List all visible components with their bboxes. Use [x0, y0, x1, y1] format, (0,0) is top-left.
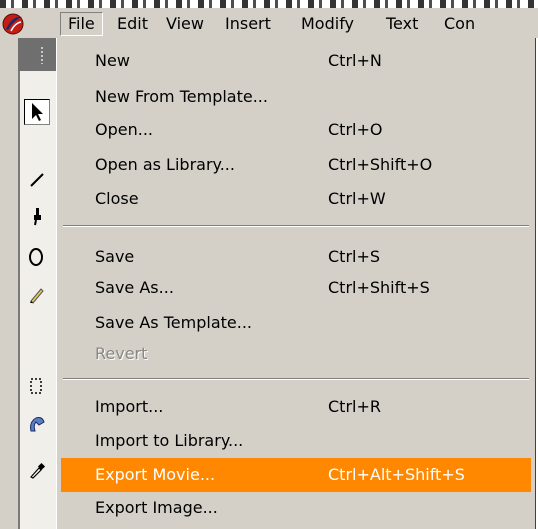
arrow-tool-icon[interactable] — [24, 99, 50, 125]
menu-bar: File Edit View Insert Modify Text Con — [0, 8, 538, 38]
menu-item-shortcut: Ctrl+Alt+Shift+S — [328, 465, 465, 484]
menu-item-shortcut: Ctrl+W — [328, 189, 386, 208]
menu-item-import[interactable]: Import... Ctrl+R — [61, 390, 531, 424]
pencil-tool-icon[interactable] — [24, 282, 50, 308]
menu-item-import-to-library[interactable]: Import to Library... — [61, 424, 531, 458]
menu-insert[interactable]: Insert — [218, 12, 278, 36]
menu-item-label: Export Image... — [95, 498, 218, 517]
eyedropper-tool-icon[interactable] — [24, 458, 50, 484]
menu-item-label: Close — [95, 189, 139, 208]
menu-item-shortcut: Ctrl+S — [328, 247, 381, 266]
menu-item-shortcut: Ctrl+Shift+O — [328, 155, 433, 174]
menu-edit[interactable]: Edit — [110, 12, 155, 36]
menu-item-save-as-template[interactable]: Save As Template... — [61, 306, 531, 340]
menu-item-shortcut: Ctrl+N — [328, 51, 382, 70]
menu-item-label: Export Movie... — [95, 465, 216, 484]
menu-item-shortcut: Ctrl+R — [328, 397, 381, 416]
menu-item-label: Revert — [95, 344, 148, 363]
macromedia-logo-icon[interactable] — [2, 11, 26, 35]
window-edge — [0, 0, 538, 8]
menu-item-label: Open... — [95, 120, 153, 139]
menu-item-shortcut: Ctrl+Shift+S — [328, 278, 430, 297]
menu-item-export-movie[interactable]: Export Movie... Ctrl+Alt+Shift+S — [61, 458, 531, 492]
grip-icon[interactable] — [40, 46, 44, 64]
menu-file[interactable]: File — [60, 12, 103, 36]
menu-item-shortcut: Ctrl+O — [328, 120, 383, 139]
menu-item-label: Import... — [95, 397, 164, 416]
menu-view[interactable]: View — [159, 12, 211, 36]
menu-item-label: Open as Library... — [95, 155, 235, 174]
menu-item-open-as-library[interactable]: Open as Library... Ctrl+Shift+O — [61, 148, 531, 182]
menu-item-save-as[interactable]: Save As... Ctrl+Shift+S — [61, 271, 531, 305]
menu-item-open[interactable]: Open... Ctrl+O — [61, 113, 531, 147]
file-menu-dropdown: New Ctrl+N New From Template... Open... … — [56, 38, 536, 529]
menu-item-revert: Revert — [61, 337, 531, 371]
menu-separator — [63, 225, 529, 227]
menu-item-new-from-template[interactable]: New From Template... — [61, 80, 531, 114]
menu-item-save[interactable]: Save Ctrl+S — [61, 240, 531, 274]
menu-item-new[interactable]: New Ctrl+N — [61, 44, 531, 78]
menu-modify[interactable]: Modify — [294, 12, 361, 36]
menu-item-label: Save — [95, 247, 135, 266]
menu-item-label: Save As Template... — [95, 313, 252, 332]
menu-control[interactable]: Con — [437, 12, 482, 36]
line-tool-icon[interactable] — [24, 167, 50, 193]
menu-item-label: New From Template... — [95, 87, 268, 106]
oval-tool-icon[interactable] — [24, 244, 50, 270]
menu-item-close[interactable]: Close Ctrl+W — [61, 182, 531, 216]
menu-text[interactable]: Text — [379, 12, 425, 36]
tools-panel — [0, 38, 58, 529]
lasso-tool-icon[interactable] — [24, 203, 50, 229]
tools-panel-title-bar[interactable] — [18, 38, 56, 71]
menu-item-label: Import to Library... — [95, 431, 244, 450]
menu-item-export-image[interactable]: Export Image... — [61, 491, 531, 525]
ink-bottle-tool-icon[interactable] — [24, 411, 50, 437]
text-tool-icon[interactable] — [24, 373, 50, 399]
menu-item-label: New — [95, 51, 130, 70]
menu-item-label: Save As... — [95, 278, 174, 297]
menu-separator — [63, 378, 529, 380]
